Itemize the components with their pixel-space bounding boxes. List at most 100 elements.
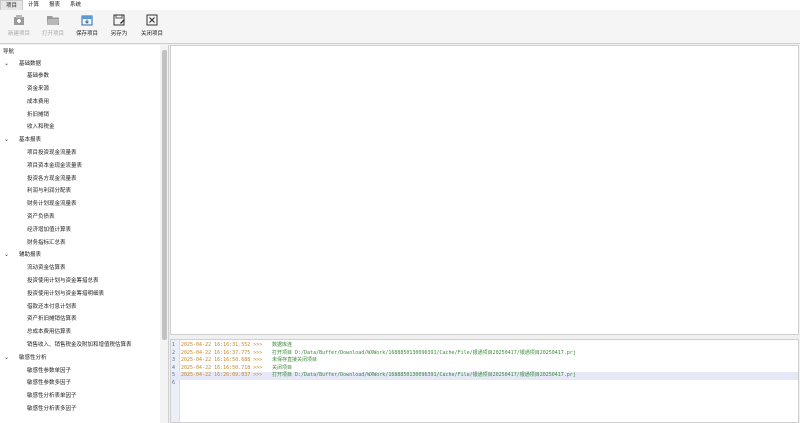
nav-item[interactable]: 投资使用计划与资金筹措明细表 [0,288,160,301]
log-message: 关闭项目 [272,364,293,371]
nav-item[interactable]: 成本费用 [0,96,160,109]
nav-item[interactable]: 敏感性参数单因子 [0,365,160,378]
log-message: 打开项目 D:/Data/Buffer/Download/WXWork/1688… [272,349,576,356]
log-line: 6 [171,380,798,388]
log-message: 打开项目 D:/Data/Buffer/Download/WXWork/1688… [272,372,576,378]
nav-item-label: 成本费用 [27,98,50,105]
folder-open-icon [47,16,59,25]
nav-group[interactable]: ⌄ 敏感性分析 [0,352,160,365]
nav-item[interactable]: 收入和税金 [0,121,160,134]
nav-item[interactable]: 项目投资现金流量表 [0,147,160,160]
nav-item-label: 投资使用计划与资金筹措明细表 [27,290,105,297]
log-message: 数据库连 [272,342,293,348]
log-line: 3 2025-04-22 16:16:50.688 >>> 未保存直接关闭项目 [171,357,798,365]
nav-group[interactable]: ⌄ 辅助报表 [0,249,160,262]
nav-scrollbar[interactable] [160,45,168,423]
nav-item-label: 流动资金估算表 [27,265,66,272]
chevron-down-icon[interactable]: ⌄ [4,249,9,262]
nav-group-label: 基本报表 [19,137,42,144]
nav-item-label: 敏感性分析表多因子 [27,406,77,413]
nav-item[interactable]: 财务计划现金流量表 [0,198,160,211]
menu-calculate[interactable]: 计算 [23,0,44,10]
log-line-number: 2 [172,349,176,356]
log-line: 4 2025-04-22 16:16:50.718 >>> 关闭项目 [171,365,798,373]
save-project-icon [81,15,93,26]
nav-group[interactable]: ⌄ 基础数据 [0,58,160,71]
nav-item-label: 投资各方现金流量表 [27,175,77,182]
nav-item[interactable]: 敏感性分析表多因子 [0,403,160,416]
nav-item[interactable]: 流动资金估算表 [0,262,160,275]
nav-item-label: 财务指标汇总表 [27,239,66,246]
nav-item[interactable]: 投资各方现金流量表 [0,173,160,186]
log-message: 未保存直接关闭项目 [272,357,318,363]
nav-group-label: 敏感性分析 [19,354,47,361]
nav-item-label: 资产折旧摊销估算表 [27,316,77,323]
nav-item[interactable]: 资产折旧摊销估算表 [0,313,160,326]
nav-item[interactable]: 借款还本付息计划表 [0,301,160,314]
close-project-icon [146,14,158,26]
new-project-icon [14,15,24,25]
nav-item[interactable]: 财务指标汇总表 [0,237,160,250]
nav-item-label: 项目投资现金流量表 [27,150,77,157]
save-project-label: 保存项目 [75,31,98,37]
nav-item[interactable]: 敏感性分析表单因子 [0,390,160,403]
nav-group-label: 基础数据 [19,60,42,67]
log-timestamp: 2025-04-22 16:16:50.688 >>> [181,357,263,363]
log-line-number: 1 [172,342,176,348]
nav-item[interactable]: 项目资本金现金流量表 [0,160,160,173]
nav-item[interactable]: 资产负债表 [0,211,160,224]
nav-item-label: 敏感性参数多因子 [27,380,72,387]
log-timestamp: 2025-04-22 16:16:31.552 >>> [181,342,263,348]
nav-item-label: 基础参数 [27,73,50,80]
nav-item-label: 财务计划现金流量表 [27,201,77,208]
open-project-button[interactable]: 打开项目 [36,12,70,40]
nav-item[interactable]: 销售收入、销售税金及附加和增值税估算表 [0,339,160,352]
chevron-down-icon[interactable]: ⌄ [4,58,9,71]
nav-item[interactable]: 敏感性参数多因子 [0,377,160,390]
nav-item[interactable]: 基础参数 [0,70,160,83]
log-timestamp: 2025-04-22 16:26:09.037 >>> [181,372,263,378]
menu-project[interactable]: 项目 [0,0,24,10]
nav-item[interactable]: 经济增加值计算表 [0,224,160,237]
nav-group[interactable]: ⌄ 基本报表 [0,134,160,147]
log-line: 1 2025-04-22 16:16:31.552 >>> 数据库连 [171,342,798,350]
nav-item-label: 资金来源 [27,86,50,93]
nav-item-label: 借款还本付息计划表 [27,303,77,310]
log-line: 5 2025-04-22 16:26:09.037 >>> 打开项目 D:/Data… [171,372,798,380]
save-as-button[interactable]: 另存为 [102,12,136,40]
menu-system[interactable]: 系统 [65,0,86,10]
nav-item-label: 经济增加值计算表 [27,226,72,233]
nav-item-label: 折旧摊销 [27,111,50,118]
log-line-number: 4 [172,364,176,371]
toolbar: 新建项目 打开项目 保存项目 另存为 关闭项目 [0,10,800,44]
new-project-button[interactable]: 新建项目 [2,12,36,40]
open-project-label: 打开项目 [41,31,64,37]
menu-report[interactable]: 报表 [44,0,65,10]
close-project-button[interactable]: 关闭项目 [135,12,169,40]
nav-item[interactable]: 资金来源 [0,83,160,96]
save-as-label: 另存为 [110,31,128,37]
navigation-panel: 导航 ⌄ 基础数据 基础参数 资金来源 成本费用 折旧摊销 收入和税金 ⌄ 基本报表 项目投资现金… [0,45,169,423]
log-timestamp: 2025-04-22 16:16:50.718 >>> [181,364,263,371]
nav-item-label: 项目资本金现金流量表 [27,162,83,169]
nav-item[interactable]: 利润与利润分配表 [0,185,160,198]
nav-item[interactable]: 投资使用计划与资金筹措总表 [0,275,160,288]
nav-item-label: 资产负债表 [27,214,55,221]
nav-item[interactable]: 折旧摊销 [0,109,160,122]
main-workspace [170,45,799,335]
save-as-icon [113,14,125,26]
nav-item[interactable]: 总成本费用估算表 [0,326,160,339]
log-line: 2 2025-04-22 16:16:37.775 >>> 打开项目 D:/Data… [171,350,798,358]
nav-item-label: 利润与利润分配表 [27,188,72,195]
chevron-down-icon[interactable]: ⌄ [4,352,9,365]
nav-item-label: 敏感性分析表单因子 [27,393,77,400]
log-timestamp: 2025-04-22 16:16:37.775 >>> [181,349,263,356]
chevron-down-icon[interactable]: ⌄ [4,134,9,147]
nav-scrollbar-thumb[interactable] [161,50,167,340]
nav-title: 导航 [3,49,15,55]
save-project-button[interactable]: 保存项目 [70,12,104,40]
log-panel: 1 2025-04-22 16:16:31.552 >>> 数据库连 2 2025-04… [170,339,799,423]
nav-item-label: 总成本费用估算表 [27,329,72,336]
new-project-label: 新建项目 [7,31,30,37]
nav-tree: ⌄ 基础数据 基础参数 资金来源 成本费用 折旧摊销 收入和税金 ⌄ 基本报表 项目投资现金流量表… [0,58,160,416]
